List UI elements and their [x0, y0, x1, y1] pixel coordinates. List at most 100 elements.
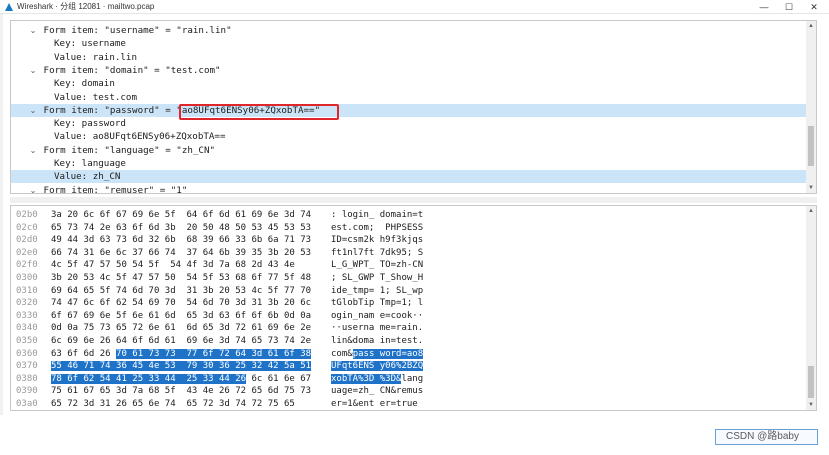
tree-item-form-item[interactable]: ⌄ Form item: "password" = "ao8UFqt6ENSy0…	[11, 103, 807, 117]
hex-bytes[interactable]: 74 47 6c 6f 62 54 69 70 54 6d 70 3d 31 3…	[51, 297, 311, 311]
expand-chevron-icon[interactable]: ⌄	[28, 104, 38, 117]
scroll-up-arrow-icon[interactable]: ▲	[806, 21, 816, 31]
expand-chevron-icon[interactable]: ⌄	[28, 24, 38, 37]
hex-bytes[interactable]: 66 74 31 6e 6c 37 66 74 37 64 6b 39 35 3…	[51, 247, 311, 261]
ascii-bytes[interactable]: ide_tmp= 1; SL_wp	[331, 285, 423, 299]
tree-item-field[interactable]: Value: zh_CN	[11, 170, 807, 184]
byte-offset: 02e0	[16, 247, 38, 258]
hex-bytes[interactable]: 78 6f 62 54 41 25 33 44 25 33 44 26 6c 6…	[51, 373, 311, 387]
scrollbar-thumb[interactable]	[808, 126, 814, 166]
hex-bytes[interactable]: 69 64 65 5f 74 6d 70 3d 31 3b 20 53 4c 5…	[51, 285, 311, 299]
tree-item-field[interactable]: Key: domain	[11, 77, 807, 90]
hex-text: 65 72 3d 31 26 65 6e 74 65 72 3d 74 72 7…	[51, 399, 295, 409]
byte-offset: 0380	[16, 373, 38, 384]
hex-bytes[interactable]: 75 61 67 65 3d 7a 68 5f 43 4e 26 72 65 6…	[51, 385, 311, 399]
hex-row[interactable]: 0310 69 64 65 5f 74 6d 70 3d 31 3b 20 53 …	[11, 285, 807, 299]
expand-chevron-icon[interactable]: ⌄	[28, 144, 38, 157]
ascii-bytes[interactable]: L_G_WPT_ TO=zh-CN	[331, 259, 423, 273]
hex-row[interactable]: 0300 3b 20 53 4c 5f 47 57 50 54 5f 53 68 …	[11, 272, 807, 286]
hex-text: 6f 67 69 6e 5f 6e 61 6d 65 3d 63 6f 6f 6…	[51, 310, 312, 321]
tree-item-label: Key: password	[54, 118, 126, 130]
hex-bytes[interactable]: 6f 67 69 6e 5f 6e 61 6d 65 3d 63 6f 6f 6…	[51, 310, 311, 324]
hex-row[interactable]: 03a0 65 72 3d 31 26 65 6e 74 65 72 3d 74 …	[11, 398, 807, 410]
hex-row[interactable]: 02c0 65 73 74 2e 63 6f 6d 3b 20 50 48 50 …	[11, 222, 807, 236]
ascii-text: ide_tmp= 1; SL_wp	[331, 285, 424, 296]
tree-item-form-item[interactable]: ⌄ Form item: "language" = "zh_CN"	[11, 144, 807, 157]
expand-chevron-icon[interactable]: ⌄	[28, 184, 38, 193]
hex-bytes[interactable]: 65 72 3d 31 26 65 6e 74 65 72 3d 74 72 7…	[51, 398, 295, 410]
hex-row[interactable]: 02f0 4c 5f 47 57 50 54 5f 54 4f 3d 7a 68 …	[11, 259, 807, 273]
wireshark-fin-icon	[5, 3, 13, 11]
scrollbar-thumb[interactable]	[808, 366, 814, 398]
hex-bytes[interactable]: 4c 5f 47 57 50 54 5f 54 4f 3d 7a 68 2d 4…	[51, 259, 295, 273]
tree-item-label: Value: rain.lin	[54, 51, 137, 63]
ascii-bytes[interactable]: ; SL_GWP T_Show_H	[331, 272, 423, 286]
packet-bytes-pane[interactable]: 03a0 65 72 3d 31 26 65 6e 74 65 72 3d 74 …	[10, 205, 817, 411]
hex-row[interactable]: 0370 55 46 71 74 36 45 4e 53 79 30 36 25 …	[11, 360, 807, 374]
ascii-bytes[interactable]: lin&doma in=test.	[331, 335, 423, 349]
hex-row[interactable]: 02e0 66 74 31 6e 6c 37 66 74 37 64 6b 39 …	[11, 247, 807, 261]
hex-bytes[interactable]: 0d 0a 75 73 65 72 6e 61 6d 65 3d 72 61 6…	[51, 322, 311, 336]
expand-chevron-icon[interactable]: ⌄	[28, 64, 38, 77]
tree-item-field[interactable]: Value: rain.lin	[11, 51, 807, 64]
close-button[interactable]: ✕	[802, 0, 826, 14]
maximize-button[interactable]: ☐	[777, 0, 801, 14]
tree-item-field[interactable]: Key: language	[11, 157, 807, 170]
bytes-scrollbar[interactable]: ▲ ▼	[806, 206, 816, 410]
hex-row[interactable]: 0350 6c 69 6e 26 64 6f 6d 61 69 6e 3d 74 …	[11, 335, 807, 349]
packet-details-pane[interactable]: ⌄ Form item: "remuser" = "1" Value: zh_CN…	[10, 20, 817, 194]
hex-row[interactable]: 02d0 49 44 3d 63 73 6d 32 6b 68 39 66 33 …	[11, 234, 807, 248]
ascii-bytes[interactable]: : login_ domain=t	[331, 209, 423, 223]
byte-offset: 02d0	[16, 235, 38, 246]
byte-offset: 0300	[16, 273, 38, 283]
hex-row[interactable]: 0380 78 6f 62 54 41 25 33 44 25 33 44 26 …	[11, 373, 807, 387]
ascii-bytes[interactable]: ID=csm2k h9f3kjqs	[331, 234, 423, 248]
tree-item-form-item[interactable]: ⌄ Form item: "remuser" = "1"	[11, 184, 807, 193]
ascii-bytes[interactable]: tGlobTip Tmp=1; l	[331, 297, 423, 311]
scroll-down-arrow-icon[interactable]: ▼	[806, 183, 816, 193]
pane-splitter[interactable]	[10, 197, 817, 203]
hex-bytes[interactable]: 49 44 3d 63 73 6d 32 6b 68 39 66 33 6b 6…	[51, 234, 311, 248]
scroll-up-arrow-icon[interactable]: ▲	[806, 206, 816, 216]
ascii-text: tGlobTip Tmp=1; l	[331, 298, 424, 309]
tree-item-form-item[interactable]: ⌄ Form item: "username" = "rain.lin"	[11, 24, 807, 37]
tree-item-field[interactable]: Value: test.com	[11, 91, 807, 104]
ascii-bytes[interactable]: ft1nl7ft 7dk95; S	[331, 247, 423, 261]
details-scrollbar[interactable]: ▲ ▼	[806, 21, 816, 193]
ascii-bytes[interactable]: xobTA%3D %3D&lang	[331, 373, 423, 387]
tree-item-field[interactable]: Key: password	[11, 117, 807, 130]
hex-row[interactable]: 0330 6f 67 69 6e 5f 6e 61 6d 65 3d 63 6f …	[11, 310, 807, 324]
ascii-bytes[interactable]: er=1&ent er=true	[331, 398, 418, 410]
title-bar: Wireshark · 分组 12081 · mailtwo.pcap — ☐ …	[0, 0, 829, 14]
hex-text: 3b 20 53 4c 5f 47 57 50 54 5f 53 68 6f 7…	[51, 273, 312, 283]
minimize-button[interactable]: —	[752, 0, 776, 14]
hex-row[interactable]: 02b0 3a 20 6c 6f 67 69 6e 5f 64 6f 6d 61 …	[11, 209, 807, 223]
tree-item-form-item[interactable]: ⌄ Form item: "domain" = "test.com"	[11, 64, 807, 77]
hex-text: 65 73 74 2e 63 6f 6d 3b 20 50 48 50 53 4…	[51, 222, 312, 233]
status-area	[0, 415, 829, 455]
ascii-bytes[interactable]: ··userna me=rain.	[331, 322, 423, 336]
tree-item-field[interactable]: Key: username	[11, 37, 807, 50]
hex-bytes[interactable]: 6c 69 6e 26 64 6f 6d 61 69 6e 3d 74 65 7…	[51, 335, 311, 349]
hex-bytes[interactable]: 3a 20 6c 6f 67 69 6e 5f 64 6f 6d 61 69 6…	[51, 209, 311, 223]
ascii-bytes[interactable]: uage=zh_ CN&remus	[331, 385, 423, 399]
hex-bytes[interactable]: 65 73 74 2e 63 6f 6d 3b 20 50 48 50 53 4…	[51, 222, 311, 236]
hex-row[interactable]: 0390 75 61 67 65 3d 7a 68 5f 43 4e 26 72 …	[11, 385, 807, 399]
hex-row[interactable]: 0320 74 47 6c 6f 62 54 69 70 54 6d 70 3d …	[11, 297, 807, 311]
tree-item-field[interactable]: Value: ao8UFqt6ENSy06+ZQxobTA==	[11, 130, 807, 143]
ascii-bytes[interactable]: ogin_nam e=cook··	[331, 310, 423, 324]
ascii-text: ; SL_GWP T_Show_H	[331, 273, 424, 283]
scroll-down-arrow-icon[interactable]: ▼	[806, 400, 816, 410]
ascii-bytes[interactable]: com&pass word=ao8	[331, 348, 424, 362]
hex-bytes[interactable]: 63 6f 6d 26 70 61 73 73 77 6f 72 64 3d 6…	[51, 348, 312, 362]
csdn-watermark: CSDN @路baby	[715, 429, 818, 445]
hex-text: 69 64 65 5f 74 6d 70 3d 31 3b 20 53 4c 5…	[51, 285, 312, 296]
hex-bytes[interactable]: 55 46 71 74 36 45 4e 53 79 30 36 25 32 4…	[51, 360, 312, 374]
ascii-bytes[interactable]: est.com; PHPSESS	[331, 222, 423, 236]
hex-bytes[interactable]: 3b 20 53 4c 5f 47 57 50 54 5f 53 68 6f 7…	[51, 272, 311, 286]
hex-row[interactable]: 0360 63 6f 6d 26 70 61 73 73 77 6f 72 64 …	[11, 348, 807, 362]
hex-text: 63 6f 6d 26	[51, 348, 117, 359]
hex-row[interactable]: 0340 0d 0a 75 73 65 72 6e 61 6d 65 3d 72 …	[11, 322, 807, 336]
ascii-text: est.com; PHPSESS	[331, 222, 424, 233]
ascii-bytes[interactable]: UFqt6ENS y06%2BZQ	[331, 360, 424, 374]
